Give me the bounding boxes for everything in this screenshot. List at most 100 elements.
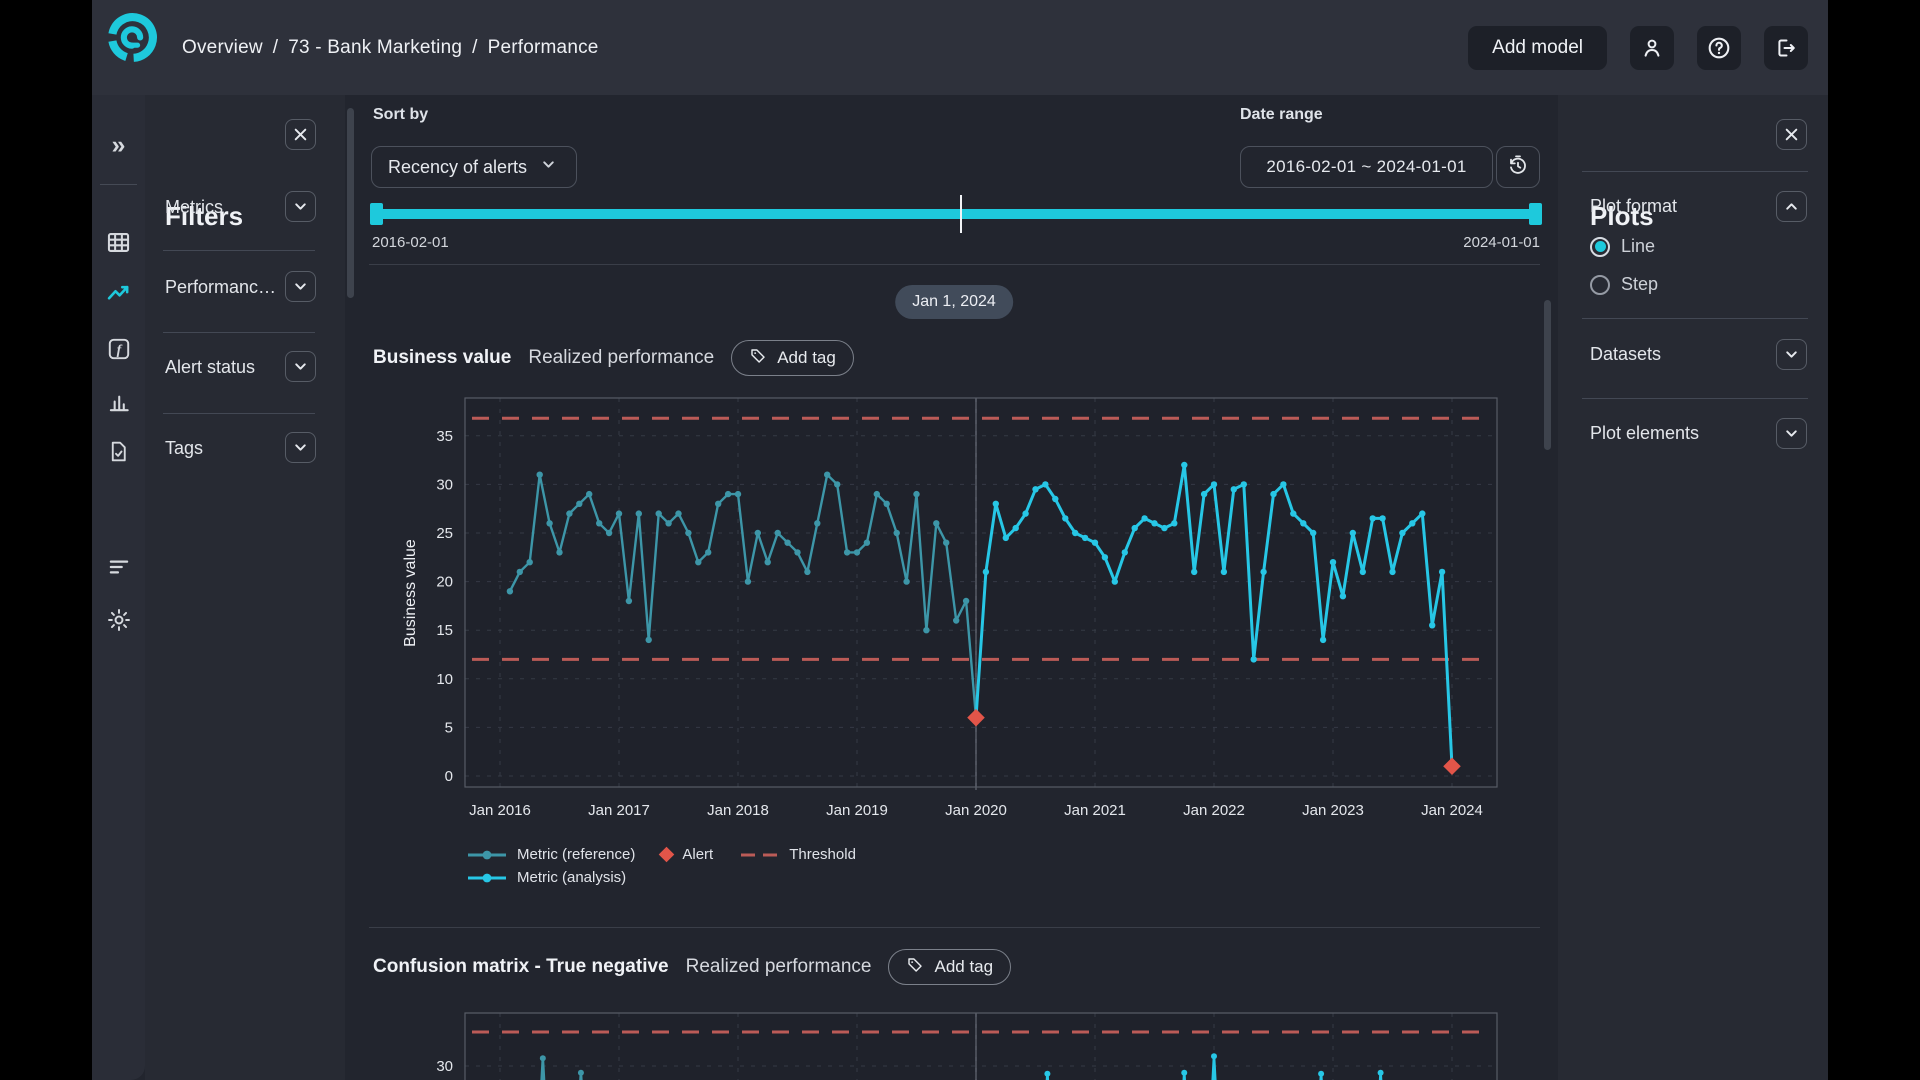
- svg-text:Jan 2017: Jan 2017: [588, 802, 650, 819]
- legend-item-analysis[interactable]: Metric (analysis): [467, 869, 626, 886]
- filter-section-performance-toggle[interactable]: [285, 271, 316, 302]
- sort-by-select[interactable]: Recency of alerts: [371, 146, 577, 188]
- double-chevron-right-icon: »: [112, 133, 126, 158]
- breadcrumb-model[interactable]: 73 - Bank Marketing: [288, 37, 462, 59]
- plot-elements-toggle[interactable]: [1776, 418, 1807, 449]
- chart2-header: Confusion matrix - True negative Realize…: [373, 949, 1011, 985]
- align-left-lines-icon: [106, 554, 132, 585]
- chevron-down-icon: [293, 440, 308, 455]
- section-divider: [369, 927, 1540, 928]
- svg-text:15: 15: [436, 622, 453, 639]
- business-value-chart[interactable]: 05101520253035Jan 2016Jan 2017Jan 2018Ja…: [345, 390, 1558, 835]
- user-icon: [1640, 36, 1664, 60]
- user-account-button[interactable]: [1630, 26, 1674, 70]
- sort-by-label: Sort by: [373, 106, 428, 124]
- breadcrumb-separator: /: [273, 37, 278, 59]
- brand-logo-icon[interactable]: [106, 11, 159, 64]
- analysis-line-sample: [467, 871, 507, 885]
- plot-format-label: Plot format: [1590, 196, 1677, 217]
- confusion-matrix-chart[interactable]: 30: [345, 1010, 1558, 1080]
- rail-item-functions[interactable]: f: [101, 333, 137, 369]
- legend-item-alert[interactable]: Alert: [661, 846, 713, 863]
- plot-format-toggle[interactable]: [1776, 191, 1807, 222]
- history-clock-icon: [1506, 154, 1530, 181]
- plots-divider: [1582, 318, 1808, 319]
- add-tag-button[interactable]: Add tag: [888, 949, 1011, 985]
- legend-item-reference[interactable]: Metric (reference): [467, 846, 635, 863]
- top-bar: Overview / 73 - Bank Marketing / Perform…: [92, 0, 1828, 95]
- slider-cursor[interactable]: [960, 195, 962, 233]
- app-window: Overview / 73 - Bank Marketing / Perform…: [92, 0, 1828, 1080]
- plots-divider: [1582, 171, 1808, 172]
- rail-item-performance[interactable]: [101, 277, 137, 313]
- bar-chart-icon: [106, 388, 132, 419]
- svg-text:Jan 2021: Jan 2021: [1064, 802, 1126, 819]
- icon-rail: » f: [92, 95, 145, 1080]
- logout-button[interactable]: [1764, 26, 1808, 70]
- chevron-up-icon: [1784, 199, 1799, 214]
- slider-track[interactable]: [372, 209, 1540, 219]
- topbar-actions: Add model: [1468, 0, 1808, 95]
- cursor-date-badge[interactable]: Jan 1, 2024: [895, 285, 1013, 319]
- filters-close-button[interactable]: [285, 119, 316, 150]
- filters-divider: [163, 332, 315, 333]
- svg-text:Business value: Business value: [402, 539, 419, 647]
- breadcrumb-overview[interactable]: Overview: [182, 37, 263, 59]
- filters-divider: [163, 250, 315, 251]
- svg-text:Jan 2018: Jan 2018: [707, 802, 769, 819]
- legend-threshold-label: Threshold: [789, 846, 856, 863]
- chevron-down-icon: [293, 359, 308, 374]
- rail-expand-button[interactable]: »: [101, 127, 137, 163]
- slider-date-labels: 2016-02-01 2024-01-01: [372, 234, 1540, 251]
- radio-step-label: Step: [1621, 274, 1658, 295]
- rail-item-bar-charts[interactable]: [101, 385, 137, 421]
- rail-item-settings[interactable]: [101, 604, 137, 640]
- plots-panel: Plots Plot format Line Step Datasets: [1558, 95, 1828, 1080]
- breadcrumb-separator: /: [472, 37, 477, 59]
- rail-item-reports[interactable]: [101, 436, 137, 472]
- filter-section-tags-toggle[interactable]: [285, 432, 316, 463]
- main-right-scrollbar[interactable]: [1544, 300, 1551, 450]
- filter-section-metrics-toggle[interactable]: [285, 191, 316, 222]
- screenshot-page: Overview / 73 - Bank Marketing / Perform…: [0, 0, 1920, 1080]
- breadcrumb-performance[interactable]: Performance: [488, 37, 599, 59]
- rail-item-data-table[interactable]: [101, 227, 137, 263]
- breadcrumb: Overview / 73 - Bank Marketing / Perform…: [182, 0, 599, 95]
- plot-format-option-line[interactable]: Line: [1590, 236, 1655, 257]
- add-tag-button[interactable]: Add tag: [731, 340, 854, 376]
- plots-divider: [1582, 398, 1808, 399]
- date-range-input[interactable]: 2016-02-01 ~ 2024-01-01: [1240, 146, 1493, 188]
- datasets-toggle[interactable]: [1776, 339, 1807, 370]
- add-model-button[interactable]: Add model: [1468, 26, 1607, 70]
- slider-handle-end[interactable]: [1529, 203, 1542, 225]
- chart1-title: Business value: [373, 347, 511, 369]
- chevron-down-icon: [541, 157, 556, 177]
- main-left-scrollbar[interactable]: [347, 108, 354, 298]
- svg-text:Jan 2019: Jan 2019: [826, 802, 888, 819]
- svg-text:0: 0: [445, 768, 453, 785]
- svg-text:Jan 2024: Jan 2024: [1421, 802, 1483, 819]
- legend-row: Metric (analysis): [467, 869, 856, 886]
- radio-selected-icon: [1590, 237, 1610, 257]
- date-range-value: 2016-02-01 ~ 2024-01-01: [1266, 157, 1466, 177]
- date-range-reset-button[interactable]: [1496, 146, 1540, 188]
- rail-item-filter-lines[interactable]: [101, 551, 137, 587]
- legend-item-threshold[interactable]: Threshold: [739, 846, 856, 863]
- svg-text:35: 35: [436, 428, 453, 445]
- chart1-legend: Metric (reference) Alert Threshold: [467, 846, 856, 886]
- filter-section-alert-status-toggle[interactable]: [285, 351, 316, 382]
- plot-format-option-step[interactable]: Step: [1590, 274, 1658, 295]
- date-range-slider[interactable]: [372, 203, 1540, 225]
- plots-close-button[interactable]: [1776, 119, 1807, 150]
- date-range-label: Date range: [1240, 106, 1323, 124]
- svg-text:30: 30: [436, 1058, 453, 1075]
- close-icon: [293, 127, 308, 142]
- chart1-header: Business value Realized performance Add …: [373, 340, 854, 376]
- slider-handle-start[interactable]: [370, 203, 383, 225]
- help-button[interactable]: [1697, 26, 1741, 70]
- svg-text:20: 20: [436, 574, 453, 591]
- svg-text:Jan 2023: Jan 2023: [1302, 802, 1364, 819]
- trend-up-icon: [105, 279, 133, 312]
- logout-icon: [1774, 36, 1798, 60]
- datasets-label: Datasets: [1590, 344, 1661, 365]
